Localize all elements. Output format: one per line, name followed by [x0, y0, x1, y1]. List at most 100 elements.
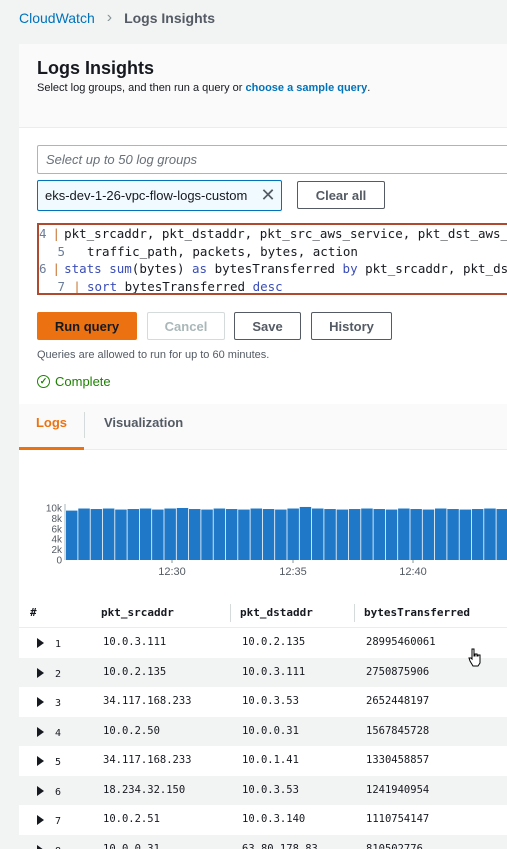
cell-bytes-transferred: 810502776: [366, 842, 423, 849]
table-row[interactable]: 8 10.0.0.31 63.80.178.83 810502776: [19, 834, 507, 849]
log-group-selector[interactable]: Select up to 50 log groups: [37, 145, 507, 174]
sample-query-link[interactable]: choose a sample query: [246, 82, 368, 94]
histogram-bar[interactable]: [201, 509, 213, 560]
expand-row-icon[interactable]: [37, 785, 44, 796]
page-title: Logs Insights: [37, 58, 154, 78]
histogram-bar[interactable]: [373, 509, 386, 560]
column-header-pkt-dstaddr[interactable]: pkt_dstaddr: [240, 598, 313, 628]
histogram-bar[interactable]: [213, 508, 226, 560]
query-editor[interactable]: 4 | pkt_srcaddr, pkt_dstaddr, pkt_src_aws_…: [37, 223, 507, 295]
editor-line[interactable]: 6 | stats sum(bytes) as bytesTransferred b…: [39, 260, 507, 278]
histogram-bar[interactable]: [102, 508, 115, 560]
column-divider: [354, 604, 355, 622]
cell-pkt-srcaddr: 10.0.2.50: [103, 724, 160, 737]
histogram-bar[interactable]: [312, 508, 324, 560]
row-index: 1: [55, 639, 62, 650]
close-icon[interactable]: ✕: [255, 185, 281, 206]
histogram-bar[interactable]: [410, 509, 422, 560]
histogram-bar[interactable]: [287, 508, 299, 560]
cell-bytes-transferred: 1110754147: [366, 813, 430, 825]
histogram-bar[interactable]: [176, 508, 189, 560]
row-index: 2: [55, 668, 62, 680]
save-button[interactable]: Save: [234, 312, 301, 340]
histogram-bar[interactable]: [398, 508, 410, 560]
y-tick-label: 2k: [51, 545, 63, 556]
histogram-bar[interactable]: [275, 509, 287, 560]
results-tabs: Logs Visualization: [19, 404, 507, 450]
column-header-bytes-transferred[interactable]: bytesTransferred: [364, 598, 470, 628]
row-index: 5: [55, 757, 62, 768]
clear-all-button[interactable]: Clear all: [297, 181, 385, 209]
expand-row-icon[interactable]: [37, 667, 44, 678]
histogram-bar[interactable]: [324, 509, 336, 560]
histogram-bar[interactable]: [336, 509, 349, 560]
histogram-bar[interactable]: [164, 508, 176, 560]
tab-logs[interactable]: Logs: [19, 404, 84, 450]
table-row[interactable]: 3 34.117.168.233 10.0.3.53 2652448197: [19, 687, 507, 717]
histogram-bar[interactable]: [90, 509, 103, 560]
pipe-marker: |: [73, 278, 81, 294]
code-keyword: desc: [252, 278, 283, 294]
breadcrumb-cloudwatch-link[interactable]: CloudWatch: [19, 10, 95, 26]
cell-pkt-dstaddr: 10.0.2.135: [242, 636, 306, 648]
histogram-bar[interactable]: [435, 508, 447, 560]
table-row[interactable]: 6 18.234.32.150 10.0.3.53 1241940954: [19, 775, 507, 805]
cell-pkt-srcaddr: 34.117.168.233: [103, 754, 192, 766]
run-query-button[interactable]: Run query: [37, 312, 137, 340]
histogram-bar[interactable]: [348, 509, 361, 560]
histogram-bar[interactable]: [496, 509, 507, 560]
table-row[interactable]: 1 10.0.3.111 10.0.2.135 28995460061: [19, 628, 507, 658]
table-row[interactable]: 7 10.0.2.51 10.0.3.140 1110754147: [19, 805, 507, 835]
expand-row-icon[interactable]: [37, 726, 44, 737]
expand-row-icon[interactable]: [37, 638, 44, 648]
tab-visualization[interactable]: Visualization: [104, 404, 183, 450]
table-row[interactable]: 5 34.117.168.233 10.0.1.41 1330458857: [19, 746, 507, 776]
cell-pkt-dstaddr: 63.80.178.83: [242, 842, 318, 849]
cell-bytes-transferred: 2652448197: [366, 695, 430, 707]
histogram-bar[interactable]: [189, 509, 201, 560]
code-token: bytesTransferred: [207, 261, 343, 276]
editor-line[interactable]: 5 traffic_path, packets, bytes, action: [39, 243, 507, 261]
row-index: 8: [55, 837, 61, 849]
histogram-bar[interactable]: [66, 510, 78, 560]
histogram-bar[interactable]: [152, 509, 164, 560]
column-header-pkt-srcaddr[interactable]: pkt_srcaddr: [101, 598, 174, 628]
row-index: 4: [55, 727, 62, 739]
histogram-bar[interactable]: [139, 508, 152, 560]
histogram-bar[interactable]: [225, 509, 238, 560]
cell-pkt-dstaddr: 10.0.0.31: [242, 724, 299, 737]
expand-row-icon[interactable]: [37, 756, 44, 766]
table-row[interactable]: 2 10.0.2.135 10.0.3.111 2750875906: [19, 657, 507, 687]
editor-line[interactable]: 7 | sort bytesTransferred desc: [39, 278, 507, 294]
editor-line[interactable]: 4 | pkt_srcaddr, pkt_dstaddr, pkt_src_aws_…: [39, 225, 507, 243]
histogram-bar[interactable]: [250, 508, 263, 560]
histogram-bar[interactable]: [127, 509, 140, 560]
histogram-bar[interactable]: [484, 508, 496, 560]
cancel-button[interactable]: Cancel: [147, 312, 225, 340]
row-index: 3: [55, 698, 62, 709]
histogram-bar[interactable]: [361, 508, 373, 560]
log-histogram: 10k 8k 6k 4k 2k 0 12:30 12:35 12:40: [19, 450, 507, 598]
histogram-bar[interactable]: [471, 509, 484, 560]
table-row[interactable]: 4 10.0.2.50 10.0.0.31 1567845728: [19, 716, 507, 746]
histogram-bar[interactable]: [262, 509, 275, 560]
code-keyword: as: [192, 261, 208, 276]
histogram-bar[interactable]: [447, 509, 459, 560]
query-duration-note: Queries are allowed to run for up to 60 …: [37, 349, 270, 361]
histogram-bar[interactable]: [238, 509, 250, 560]
results-table: # pkt_srcaddr pkt_dstaddr bytesTransferr…: [19, 598, 507, 849]
y-tick-label: 0: [56, 556, 62, 567]
histogram-bar[interactable]: [459, 509, 472, 560]
histogram-bar[interactable]: [78, 508, 90, 560]
y-tick-label: 6k: [51, 524, 63, 535]
histogram-bar[interactable]: [422, 509, 435, 560]
histogram-bar[interactable]: [299, 506, 312, 560]
expand-row-icon[interactable]: [37, 844, 44, 849]
expand-row-icon[interactable]: [37, 697, 44, 707]
histogram-chart: 10k8k6k4k2k0 12:30 12:35 12:40: [46, 504, 507, 578]
histogram-bar[interactable]: [115, 509, 127, 560]
expand-row-icon[interactable]: [37, 815, 44, 825]
x-tick-label: 12:40: [399, 566, 427, 578]
histogram-bar[interactable]: [385, 509, 398, 560]
history-button[interactable]: History: [311, 312, 392, 340]
